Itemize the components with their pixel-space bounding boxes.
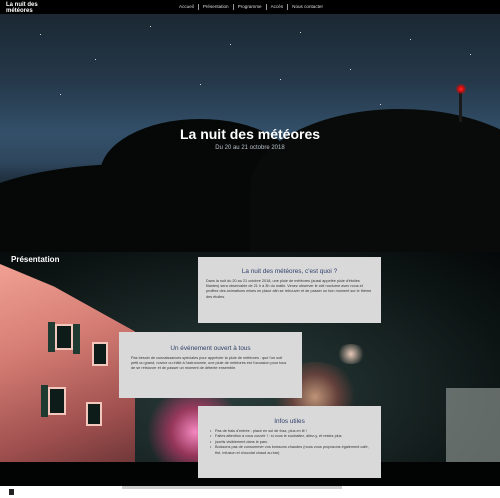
nav-link-contact[interactable]: Nous contacter: [288, 4, 327, 10]
next-section-heading: P: [9, 489, 14, 495]
card-title: Un événement ouvert à tous: [170, 345, 251, 352]
window: [86, 402, 102, 426]
list-item: Boissons pas de consommer vos boissons c…: [210, 445, 369, 456]
window-shutter: [73, 324, 80, 354]
window-shutter: [41, 385, 48, 417]
hero-subtitle: Du 20 au 21 octobre 2018: [215, 145, 285, 151]
window: [48, 387, 66, 415]
section-title: Présentation: [11, 255, 60, 264]
nav-link-accueil[interactable]: Accueil: [175, 4, 199, 10]
top-navigation-bar: La nuit des météores Accueil Présentatio…: [0, 0, 500, 14]
useful-info-list: Pas de frais d'entrée : place en sol de …: [210, 429, 369, 456]
nav-link-presentation[interactable]: Présentation: [199, 4, 234, 10]
info-card-useful: Infos utiles Pas de frais d'entrée : pla…: [198, 406, 381, 478]
next-section-edge: P: [0, 486, 500, 498]
window: [92, 342, 108, 366]
card-title: La nuit des météores, c'est quoi ?: [241, 268, 338, 275]
antenna-mast: [459, 92, 462, 122]
hero-title: La nuit des météores: [179, 126, 321, 142]
card-text: Dans la nuit du 20 au 21 octobre 2018, u…: [206, 279, 372, 299]
divider-bar: [122, 486, 342, 489]
info-card-open: Un événement ouvert à tous Pas besoin de…: [119, 332, 302, 398]
window: [55, 324, 73, 350]
main-nav: Accueil Présentation Programme Accès Nou…: [175, 4, 327, 10]
site-logo[interactable]: La nuit des météores: [6, 2, 46, 14]
hero-banner: La nuit des météores Du 20 au 21 octobre…: [0, 14, 500, 252]
red-beacon-light: [455, 84, 467, 94]
presentation-section: Présentation La nuit des météores, c'est…: [0, 252, 500, 486]
card-text: Pas besoin de connaissances spéciales po…: [131, 356, 287, 371]
nav-link-acces[interactable]: Accès: [267, 4, 289, 10]
firework-glow: [336, 344, 366, 364]
logo-line-2: météores: [6, 8, 33, 14]
building-photo: [0, 264, 135, 486]
info-card-what: La nuit des météores, c'est quoi ? Dans …: [198, 257, 381, 323]
nav-link-programme[interactable]: Programme: [234, 4, 267, 10]
window-shutter: [48, 322, 55, 352]
card-title: Infos utiles: [274, 418, 305, 425]
